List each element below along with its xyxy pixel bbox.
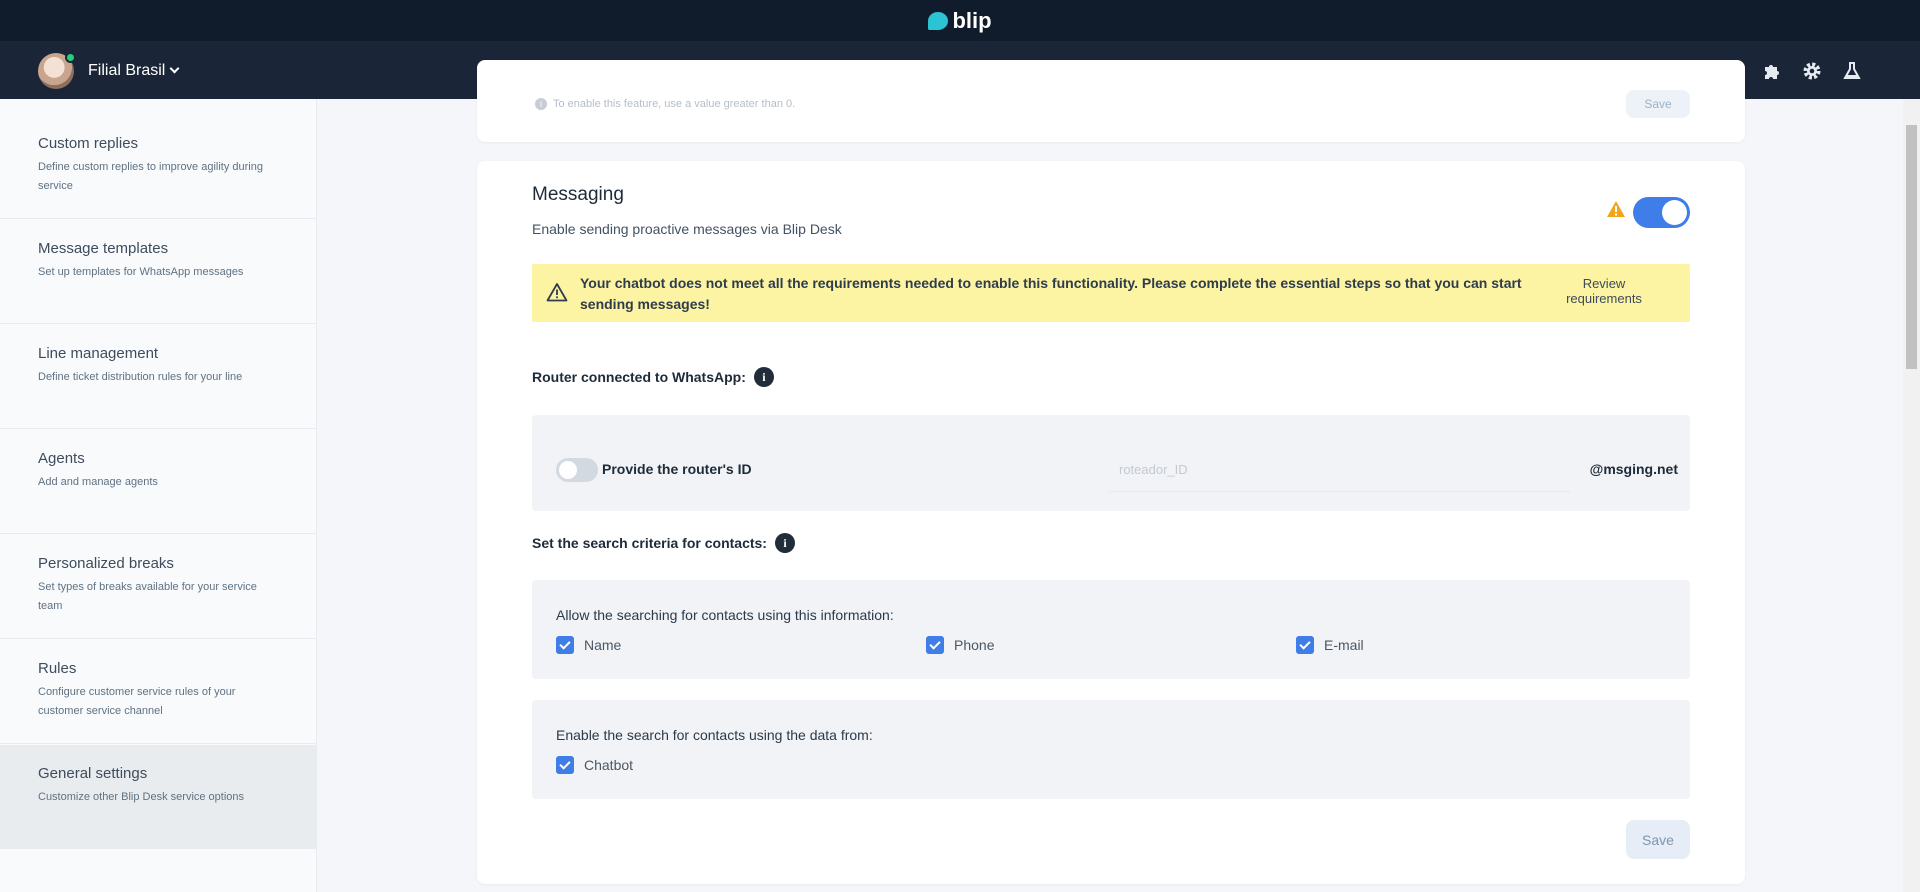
previous-section-hint: i To enable this feature, use a value gr… — [535, 98, 795, 110]
puzzle-icon[interactable] — [1762, 61, 1782, 81]
messaging-subtitle: Enable sending proactive messages via Bl… — [532, 221, 842, 237]
chevron-down-icon — [169, 63, 180, 74]
avatar[interactable] — [38, 52, 76, 89]
flask-icon[interactable] — [1842, 61, 1862, 81]
sidebar-item-title: Message templates — [38, 240, 169, 257]
checkbox-checked-icon[interactable] — [1296, 636, 1314, 654]
checkbox-chatbot[interactable]: Chatbot — [556, 756, 633, 774]
account-switcher[interactable]: Filial Brasil — [38, 52, 180, 89]
sidebar-item-personalized-breaks[interactable]: Personalized breaks Set types of breaks … — [0, 535, 317, 639]
save-button[interactable]: Save — [1626, 820, 1690, 859]
search-section-label: Set the search criteria for contacts: i — [532, 533, 795, 553]
info-icon: i — [535, 98, 547, 110]
alert-message: Your chatbot does not meet all the requi… — [580, 275, 1522, 312]
requirements-alert: Your chatbot does not meet all the requi… — [532, 264, 1690, 322]
sidebar-item-description: Define ticket distribution rules for you… — [38, 371, 243, 383]
router-section-label: Router connected to WhatsApp: i — [532, 367, 774, 387]
scrollbar-thumb[interactable] — [1906, 125, 1917, 369]
checkbox-label: Name — [584, 637, 622, 653]
messaging-toggle[interactable] — [1633, 197, 1690, 228]
online-status-dot — [65, 52, 76, 63]
nav-utility-icons — [1762, 61, 1862, 81]
sidebar-item-title: Personalized breaks — [38, 555, 174, 572]
checkbox-checked-icon[interactable] — [926, 636, 944, 654]
router-id-toggle[interactable] — [556, 458, 598, 482]
router-panel: Provide the router's ID @msging.net — [532, 415, 1690, 511]
review-requirements-link[interactable]: Review requirements — [1544, 276, 1664, 306]
logo-text: blip — [952, 7, 992, 33]
toggle-knob — [559, 461, 577, 479]
checkbox-label: Phone — [954, 637, 995, 653]
sidebar-item-description: Customize other Blip Desk service option… — [38, 791, 245, 803]
router-section-text: Router connected to WhatsApp: — [532, 369, 746, 385]
sidebar-item-description: Configure customer service rules of your… — [38, 686, 236, 717]
sidebar-item-title: Rules — [38, 660, 77, 677]
page-scrollbar[interactable] — [1903, 99, 1920, 892]
sidebar-item-description: Set types of breaks available for your s… — [38, 581, 257, 612]
chat-bubble-icon — [928, 11, 949, 30]
checkbox-phone[interactable]: Phone — [926, 636, 994, 654]
checkbox-label: Chatbot — [584, 757, 634, 773]
sidebar-item-description: Set up templates for WhatsApp messages — [38, 266, 244, 278]
hint-text: To enable this feature, use a value grea… — [553, 98, 796, 110]
search-info-label: Allow the searching for contacts using t… — [556, 607, 894, 623]
checkbox-checked-icon[interactable] — [556, 636, 574, 654]
router-id-label: Provide the router's ID — [602, 461, 752, 477]
sidebar-item-title: Line management — [38, 345, 159, 362]
account-name: Filial Brasil — [88, 62, 166, 79]
sidebar-item-title: Custom replies — [38, 135, 139, 152]
sidebar-item-line-management[interactable]: Line management Define ticket distributi… — [0, 325, 317, 429]
sidebar-item-title: General settings — [38, 765, 148, 782]
sidebar-item-title: Agents — [38, 450, 85, 467]
toggle-knob — [1662, 200, 1687, 225]
warning-icon — [1607, 201, 1625, 217]
search-data-label: Enable the search for contacts using the… — [556, 727, 873, 743]
sidebar-item-general-settings[interactable]: General settings Customize other Blip De… — [0, 745, 317, 849]
sidebar-item-description: Add and manage agents — [38, 476, 158, 488]
search-data-panel: Enable the search for contacts using the… — [532, 700, 1690, 799]
sidebar-item-agents[interactable]: Agents Add and manage agents — [0, 430, 317, 534]
checkbox-name[interactable]: Name — [556, 636, 621, 654]
router-id-input[interactable] — [1109, 448, 1570, 492]
blip-logo[interactable]: blip — [928, 7, 992, 34]
info-icon[interactable]: i — [753, 367, 774, 387]
gear-icon[interactable] — [1802, 61, 1822, 81]
sidebar-item-rules[interactable]: Rules Configure customer service rules o… — [0, 640, 317, 744]
router-domain-suffix: @msging.net — [1589, 461, 1678, 477]
sidebar-item-description: Define custom replies to improve agility… — [38, 161, 263, 192]
search-section-text: Set the search criteria for contacts: — [532, 535, 767, 551]
sidebar-item-message-templates[interactable]: Message templates Set up templates for W… — [0, 220, 317, 324]
alert-triangle-icon — [546, 283, 568, 302]
search-info-panel: Allow the searching for contacts using t… — [532, 580, 1690, 679]
messaging-title: Messaging — [532, 184, 624, 205]
info-icon[interactable]: i — [774, 533, 795, 553]
checkbox-label: E-mail — [1324, 637, 1364, 653]
sidebar-item-custom-replies[interactable]: Custom replies Define custom replies to … — [0, 115, 317, 219]
checkbox-checked-icon[interactable] — [556, 756, 574, 774]
checkbox-email[interactable]: E-mail — [1296, 636, 1364, 654]
settings-sidebar: Custom replies Define custom replies to … — [0, 99, 317, 892]
top-logo-bar: blip — [0, 0, 1920, 41]
previous-save-button[interactable]: Save — [1626, 90, 1690, 118]
